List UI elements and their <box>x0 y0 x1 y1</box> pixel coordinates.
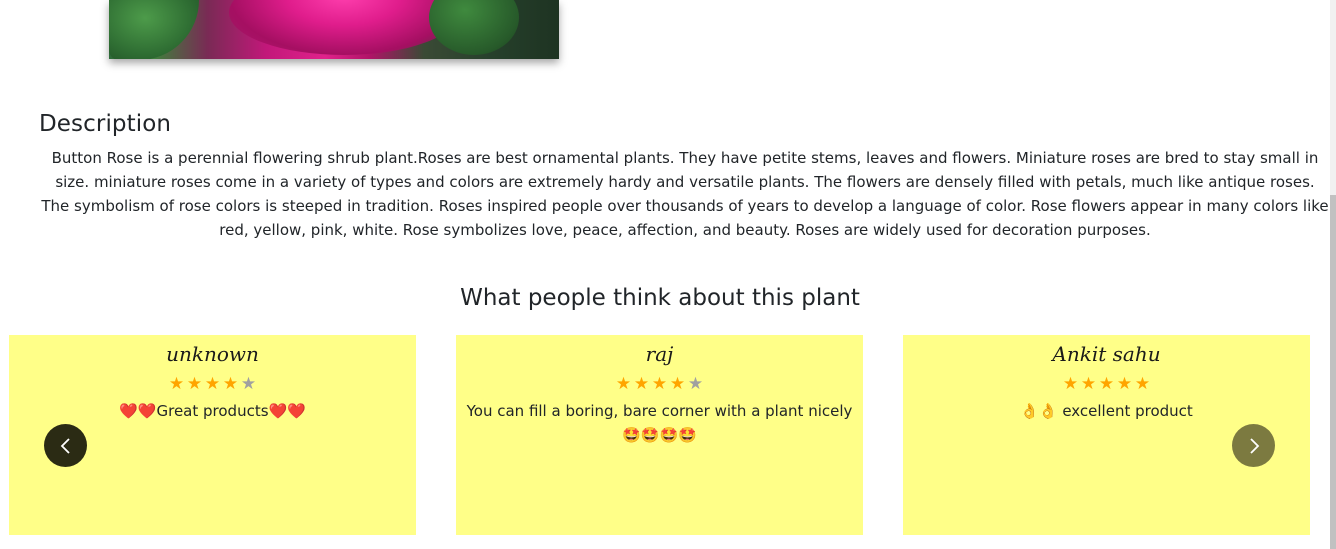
reviewer-name: raj <box>645 342 674 366</box>
star-icon: ★ <box>1062 374 1079 394</box>
reviews-heading: What people think about this plant <box>460 285 860 311</box>
description-text: Button Rose is a perennial flowering shr… <box>41 149 1329 239</box>
review-text: ❤️❤️Great products❤️❤️ <box>119 402 306 420</box>
reviewer-name: unknown <box>166 342 259 366</box>
star-icon: ★ <box>1116 374 1133 394</box>
star-icon: ★ <box>240 374 257 394</box>
star-icon: ★ <box>651 374 668 394</box>
scrollbar-thumb[interactable] <box>1330 195 1336 549</box>
page-scrollbar[interactable] <box>1330 0 1336 549</box>
star-icon: ★ <box>615 374 632 394</box>
rose-bloom-shape <box>229 0 459 55</box>
reviewer-name: Ankit sahu <box>1052 342 1161 366</box>
product-image <box>109 0 559 59</box>
carousel-prev-button[interactable] <box>44 424 87 467</box>
chevron-left-icon <box>60 437 70 454</box>
star-icon: ★ <box>1080 374 1097 394</box>
carousel-next-button[interactable] <box>1232 424 1275 467</box>
star-icon: ★ <box>633 374 650 394</box>
leaf-shape <box>109 0 199 59</box>
star-icon: ★ <box>168 374 185 394</box>
review-text: 👌👌 excellent product <box>1020 402 1193 420</box>
star-rating: ★ ★ ★ ★ ★ <box>903 373 1310 395</box>
star-rating: ★ ★ ★ ★ ★ <box>9 373 416 395</box>
star-rating: ★ ★ ★ ★ ★ <box>456 373 863 395</box>
star-icon: ★ <box>1134 374 1151 394</box>
description-heading: Description <box>39 111 172 137</box>
star-icon: ★ <box>186 374 203 394</box>
star-icon: ★ <box>669 374 686 394</box>
page: Description Button Rose is a perennial f… <box>0 0 1336 549</box>
star-icon: ★ <box>222 374 239 394</box>
star-icon: ★ <box>204 374 221 394</box>
star-icon: ★ <box>1098 374 1115 394</box>
star-icon: ★ <box>687 374 704 394</box>
leaf-shape <box>429 0 519 55</box>
chevron-right-icon <box>1249 437 1259 454</box>
review-text: You can fill a boring, bare corner with … <box>466 402 853 444</box>
review-card: raj ★ ★ ★ ★ ★ You can fill a boring, bare co… <box>456 335 863 535</box>
